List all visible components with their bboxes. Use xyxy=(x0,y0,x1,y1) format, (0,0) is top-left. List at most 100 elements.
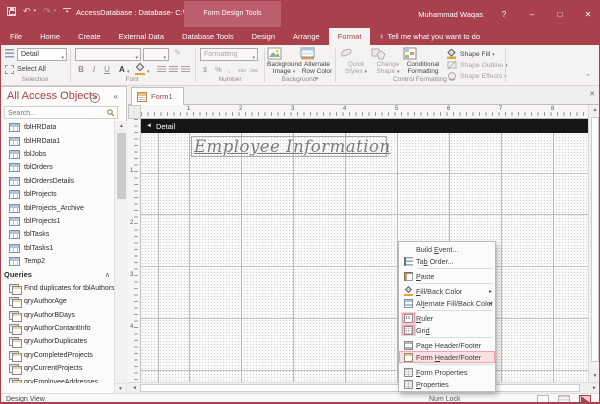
ruler-origin-box[interactable] xyxy=(128,105,141,119)
align-center-icon[interactable] xyxy=(169,66,178,74)
select-all-button[interactable]: Select All xyxy=(5,65,46,74)
nav-table-tblhrdata[interactable]: tblHRData xyxy=(1,121,114,134)
font-name-combo[interactable]: ▾ xyxy=(75,48,141,61)
nav-table-tblhrdata1[interactable]: tblHRData1 xyxy=(1,134,114,147)
maximize-button[interactable]: □ xyxy=(553,10,567,19)
object-tab-close-icon[interactable]: ✕ xyxy=(589,90,595,98)
number-format-combo[interactable]: Formatting▾ xyxy=(200,48,258,61)
font-size-combo[interactable]: ▾ xyxy=(143,48,169,61)
font-color-button[interactable]: A xyxy=(119,65,125,74)
form-view-icon[interactable] xyxy=(537,395,549,404)
design-view-icon[interactable] xyxy=(579,395,591,404)
collapse-ribbon-icon[interactable]: ⌃ xyxy=(585,73,591,81)
menu-item-form-properties[interactable]: Form Properties xyxy=(399,366,495,378)
nav-table-temp2[interactable]: Temp2 xyxy=(1,255,114,268)
nav-scrollbar[interactable]: ▲ xyxy=(114,121,127,383)
vertical-scrollbar-thumb[interactable] xyxy=(591,117,599,362)
canvas-horizontal-scrollbar[interactable]: ◄ ► xyxy=(128,382,600,393)
tab-external-data[interactable]: External Data xyxy=(110,28,173,45)
tab-home[interactable]: Home xyxy=(31,28,69,45)
fill-color-button[interactable] xyxy=(135,64,146,75)
shape-outline-button[interactable]: Shape Outline ▾ xyxy=(447,60,507,70)
nav-query-qryauthorbdays[interactable]: qryAuthorBDays xyxy=(1,308,114,321)
menu-item-ruler[interactable]: Ruler xyxy=(399,312,495,324)
nav-pane-menu-icon[interactable]: ▾ xyxy=(90,93,100,103)
form-title-label-control[interactable]: Employee Information xyxy=(191,136,387,157)
vertical-ruler[interactable]: 1234 xyxy=(128,119,141,382)
nav-table-tbltasks1[interactable]: tblTasks1 xyxy=(1,242,114,255)
nav-table-tblprojects1[interactable]: tblProjects1 xyxy=(1,215,114,228)
menu-item-tab-order[interactable]: Tab Order... xyxy=(399,255,495,267)
search-icon[interactable] xyxy=(107,109,115,117)
scroll-up-icon[interactable]: ▲ xyxy=(115,121,128,131)
scroll-up-icon[interactable]: ▲ xyxy=(589,105,600,116)
form-design-grid[interactable]: Employee Information xyxy=(141,133,588,382)
tab-format[interactable]: Format xyxy=(329,28,371,45)
menu-item-build-event[interactable]: Build Event... xyxy=(399,243,495,255)
horizontal-ruler[interactable]: 12345678 xyxy=(141,105,588,119)
menu-item-form-header-footer[interactable]: Form Header/Footer xyxy=(399,351,495,363)
nav-query-qrycurrentprojects[interactable]: qryCurrentProjects xyxy=(1,362,114,375)
nav-query-qryauthorage[interactable]: qryAuthorAge xyxy=(1,295,114,308)
nav-table-tbljobs[interactable]: tblJobs xyxy=(1,148,114,161)
percent-format-button[interactable]: % xyxy=(215,65,222,74)
close-button[interactable]: ✕ xyxy=(581,10,595,19)
scroll-down-icon[interactable]: ▼ xyxy=(589,371,600,382)
menu-item-paste[interactable]: Paste xyxy=(399,270,495,282)
canvas-vertical-scrollbar[interactable]: ▲ ▼ xyxy=(588,105,600,382)
undo-dropdown-icon[interactable]: ▾ xyxy=(34,8,37,14)
align-right-icon[interactable] xyxy=(181,66,190,74)
nav-query-qrycompletedprojects[interactable]: qryCompletedProjects xyxy=(1,349,114,362)
nav-table-tbltasks[interactable]: tblTasks xyxy=(1,228,114,241)
object-tab-form1[interactable]: Form1 xyxy=(131,87,184,105)
underline-button[interactable]: U xyxy=(101,65,113,74)
nav-table-tblorders[interactable]: tblOrders xyxy=(1,161,114,174)
change-shape-button[interactable]: Change Shape ▾ xyxy=(371,47,405,76)
scroll-right-icon[interactable]: ► xyxy=(589,383,600,393)
increase-decimals-icon[interactable]: €00 xyxy=(237,67,247,74)
scroll-left-icon[interactable]: ◄ xyxy=(129,383,140,393)
align-left-icon[interactable] xyxy=(157,66,166,74)
menu-item-properties[interactable]: Properties xyxy=(399,378,495,390)
tab-create[interactable]: Create xyxy=(69,28,110,45)
nav-query-qryemployeeaddresses[interactable]: qryEmployeeAddresses xyxy=(1,375,114,383)
customize-quick-access-icon[interactable]: ▾ xyxy=(63,8,71,15)
comma-format-button[interactable]: , xyxy=(228,65,230,74)
fill-color-dropdown-icon[interactable]: ▾ xyxy=(147,69,150,75)
detail-section-bar[interactable]: ◄ Detail xyxy=(141,119,588,133)
search-input[interactable] xyxy=(8,108,104,118)
decrease-decimals-icon[interactable]: 00€ xyxy=(249,67,259,74)
conditional-formatting-button[interactable]: Conditional Formatting xyxy=(403,47,443,75)
nav-table-tblordersdetails[interactable]: tblOrdersDetails xyxy=(1,175,114,188)
italic-button[interactable]: I xyxy=(88,65,100,74)
quick-styles-button[interactable]: Quick Styles ▾ xyxy=(339,47,373,76)
menu-item-alternate-fill-back-color[interactable]: Alternate Fill/Back Color▸ xyxy=(399,297,495,309)
save-icon[interactable] xyxy=(7,7,16,16)
menu-item-page-header-footer[interactable]: Page Header/Footer xyxy=(399,339,495,351)
shape-fill-button[interactable]: Shape Fill ▾ xyxy=(447,49,495,59)
nav-table-tblprojects[interactable]: tblProjects xyxy=(1,188,114,201)
layout-view-icon[interactable] xyxy=(558,395,570,404)
currency-format-button[interactable]: $ xyxy=(203,65,207,74)
minimize-button[interactable]: – xyxy=(525,10,539,19)
background-image-button[interactable]: Background Image ▾ xyxy=(267,47,301,76)
undo-icon[interactable]: ↶ xyxy=(23,6,31,16)
collapse-section-icon[interactable]: ∧ xyxy=(105,271,110,279)
font-color-dropdown-icon[interactable]: ▾ xyxy=(127,69,130,75)
nav-table-tblprojects-archive[interactable]: tblProjects_Archive xyxy=(1,201,114,214)
account-name[interactable]: Muhammad Waqas xyxy=(418,10,483,19)
nav-query-qryauthorduplicates[interactable]: qryAuthorDuplicates xyxy=(1,335,114,348)
nav-section-queries[interactable]: Queries∧ xyxy=(1,268,114,281)
section-selector-combo[interactable]: Detail▾ xyxy=(17,48,67,61)
tab-design[interactable]: Design xyxy=(243,28,284,45)
tab-database-tools[interactable]: Database Tools xyxy=(173,28,243,45)
nav-query-qryauthorcontantinfo[interactable]: qryAuthorContantInfo xyxy=(1,322,114,335)
tab-file[interactable]: File xyxy=(1,28,31,45)
nav-scrollbar-thumb[interactable] xyxy=(117,133,126,199)
menu-item-fill-back-color[interactable]: Fill/Back Color▸ xyxy=(399,285,495,297)
tell-me-box[interactable]: ♀Tell me what you want to do xyxy=(370,28,488,45)
bold-button[interactable]: B xyxy=(75,65,87,74)
horizontal-scrollbar-thumb[interactable] xyxy=(140,384,580,392)
menu-item-grid[interactable]: Grid xyxy=(399,324,495,336)
nav-query-find-duplicates-for-tblauthors[interactable]: Find duplicates for tblAuthors xyxy=(1,282,114,295)
